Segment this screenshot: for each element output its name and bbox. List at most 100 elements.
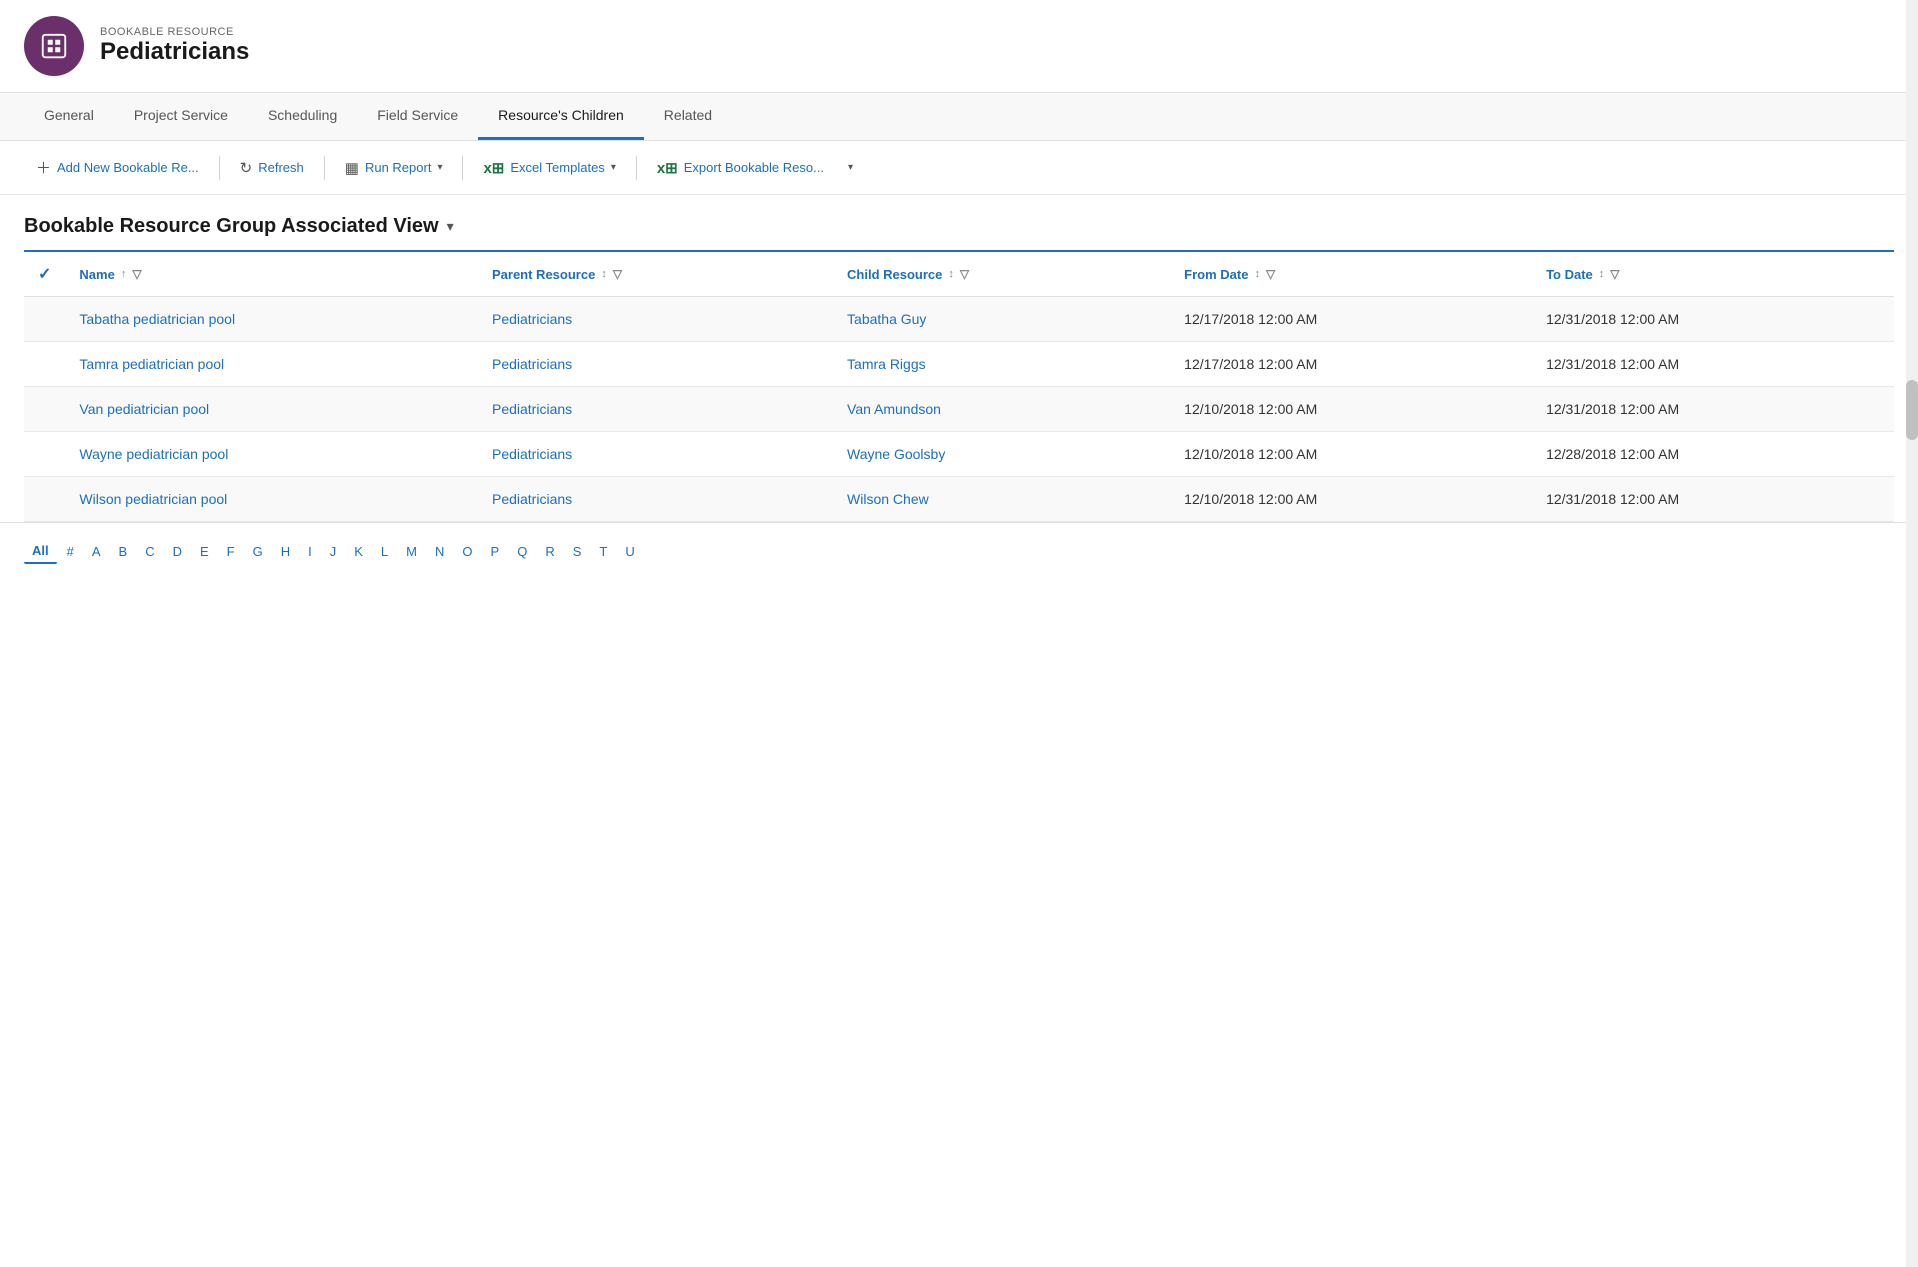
alpha-item-r[interactable]: R [537, 540, 562, 563]
to-date-sort-icon[interactable]: ↕ [1599, 269, 1605, 280]
table-row: Wilson pediatrician poolPediatriciansWil… [24, 477, 1894, 522]
row-child-resource[interactable]: Wilson Chew [833, 477, 1170, 522]
to-date-filter-icon[interactable]: ▽ [1610, 267, 1619, 281]
header-title: Pediatricians [100, 38, 249, 66]
name-filter-icon[interactable]: ▽ [132, 267, 141, 281]
plus-icon: ＋ [36, 157, 51, 178]
excel-templates-chevron: ▾ [611, 162, 616, 173]
tab-resources-children[interactable]: Resource's Children [478, 93, 644, 140]
col-from-date-label: From Date [1184, 267, 1248, 282]
alpha-item-b[interactable]: B [111, 540, 136, 563]
alpha-item-c[interactable]: C [137, 540, 162, 563]
alpha-item-u[interactable]: U [617, 540, 642, 563]
col-header-to-date[interactable]: To Date ↕ ▽ [1532, 251, 1894, 297]
toolbar-divider-4 [636, 156, 637, 180]
from-date-sort-icon[interactable]: ↕ [1254, 269, 1260, 280]
export-dropdown-chevron: ▾ [848, 162, 853, 173]
alpha-item-n[interactable]: N [427, 540, 452, 563]
alpha-item-t[interactable]: T [591, 540, 615, 563]
scrollbar[interactable] [1906, 0, 1918, 1267]
tab-related[interactable]: Related [644, 93, 732, 140]
row-from-date: 12/10/2018 12:00 AM [1170, 477, 1532, 522]
child-resource-filter-icon[interactable]: ▽ [960, 267, 969, 281]
resource-group-table: ✓ Name ↑ ▽ Parent Resource ↕ ▽ [24, 250, 1894, 522]
row-name[interactable]: Wilson pediatrician pool [65, 477, 478, 522]
alpha-item-i[interactable]: I [300, 540, 320, 563]
row-to-date: 12/31/2018 12:00 AM [1532, 342, 1894, 387]
table-row: Tabatha pediatrician poolPediatriciansTa… [24, 297, 1894, 342]
export-dropdown-button[interactable]: ▾ [840, 156, 861, 179]
row-checkbox[interactable] [24, 387, 65, 432]
alpha-item-p[interactable]: P [483, 540, 508, 563]
parent-resource-sort-icon[interactable]: ↕ [601, 269, 607, 280]
row-child-resource[interactable]: Wayne Goolsby [833, 432, 1170, 477]
row-child-resource[interactable]: Tabatha Guy [833, 297, 1170, 342]
alpha-item-all[interactable]: All [24, 539, 57, 564]
view-title-chevron[interactable]: ▾ [447, 218, 454, 235]
row-name[interactable]: Tabatha pediatrician pool [65, 297, 478, 342]
row-from-date: 12/17/2018 12:00 AM [1170, 342, 1532, 387]
row-parent-resource[interactable]: Pediatricians [478, 432, 833, 477]
select-all-checkbox[interactable]: ✓ [24, 251, 65, 297]
child-resource-sort-icon[interactable]: ↕ [948, 269, 954, 280]
row-name[interactable]: Van pediatrician pool [65, 387, 478, 432]
header-subtitle: BOOKABLE RESOURCE [100, 26, 249, 38]
export-button[interactable]: x⊞ Export Bookable Reso... [645, 153, 836, 183]
row-parent-resource[interactable]: Pediatricians [478, 387, 833, 432]
from-date-filter-icon[interactable]: ▽ [1266, 267, 1275, 281]
alpha-item-s[interactable]: S [565, 540, 590, 563]
alpha-item-m[interactable]: M [398, 540, 425, 563]
row-checkbox[interactable] [24, 432, 65, 477]
col-header-name[interactable]: Name ↑ ▽ [65, 251, 478, 297]
row-parent-resource[interactable]: Pediatricians [478, 297, 833, 342]
toolbar-divider-1 [219, 156, 220, 180]
tab-field-service[interactable]: Field Service [357, 93, 478, 140]
col-header-parent-resource[interactable]: Parent Resource ↕ ▽ [478, 251, 833, 297]
nav-tabs: General Project Service Scheduling Field… [0, 93, 1918, 141]
add-new-button[interactable]: ＋ Add New Bookable Re... [24, 151, 211, 184]
row-checkbox[interactable] [24, 342, 65, 387]
name-sort-icon[interactable]: ↑ [121, 269, 127, 280]
alpha-item-j[interactable]: J [322, 540, 345, 563]
col-name-label: Name [79, 267, 114, 282]
refresh-button[interactable]: ↻ Refresh [228, 153, 316, 183]
alpha-item-#[interactable]: # [59, 540, 82, 563]
alpha-item-h[interactable]: H [273, 540, 298, 563]
run-report-icon: ▦ [345, 159, 359, 177]
alpha-item-o[interactable]: O [454, 540, 480, 563]
col-child-resource-label: Child Resource [847, 267, 942, 282]
refresh-icon: ↻ [240, 159, 253, 177]
tab-general[interactable]: General [24, 93, 114, 140]
alpha-item-e[interactable]: E [192, 540, 217, 563]
row-checkbox[interactable] [24, 477, 65, 522]
excel-templates-button[interactable]: x⊞ Excel Templates ▾ [471, 153, 627, 183]
toolbar-divider-2 [324, 156, 325, 180]
alpha-item-d[interactable]: D [165, 540, 190, 563]
alpha-item-k[interactable]: K [346, 540, 371, 563]
row-from-date: 12/10/2018 12:00 AM [1170, 387, 1532, 432]
col-header-from-date[interactable]: From Date ↕ ▽ [1170, 251, 1532, 297]
row-child-resource[interactable]: Tamra Riggs [833, 342, 1170, 387]
toolbar-divider-3 [462, 156, 463, 180]
tab-project-service[interactable]: Project Service [114, 93, 248, 140]
run-report-button[interactable]: ▦ Run Report ▾ [333, 153, 455, 183]
alpha-item-q[interactable]: Q [509, 540, 535, 563]
row-checkbox[interactable] [24, 297, 65, 342]
alpha-item-g[interactable]: G [245, 540, 271, 563]
view-title-bar: Bookable Resource Group Associated View … [0, 195, 1918, 250]
row-child-resource[interactable]: Van Amundson [833, 387, 1170, 432]
col-header-child-resource[interactable]: Child Resource ↕ ▽ [833, 251, 1170, 297]
alpha-item-l[interactable]: L [373, 540, 396, 563]
excel-templates-label: Excel Templates [510, 160, 604, 175]
tab-scheduling[interactable]: Scheduling [248, 93, 357, 140]
row-parent-resource[interactable]: Pediatricians [478, 342, 833, 387]
alpha-item-a[interactable]: A [84, 540, 109, 563]
row-name[interactable]: Wayne pediatrician pool [65, 432, 478, 477]
scrollbar-thumb[interactable] [1906, 380, 1918, 440]
header-text: BOOKABLE RESOURCE Pediatricians [100, 26, 249, 66]
row-name[interactable]: Tamra pediatrician pool [65, 342, 478, 387]
run-report-chevron: ▾ [437, 162, 442, 173]
parent-resource-filter-icon[interactable]: ▽ [613, 267, 622, 281]
alpha-item-f[interactable]: F [219, 540, 243, 563]
row-parent-resource[interactable]: Pediatricians [478, 477, 833, 522]
